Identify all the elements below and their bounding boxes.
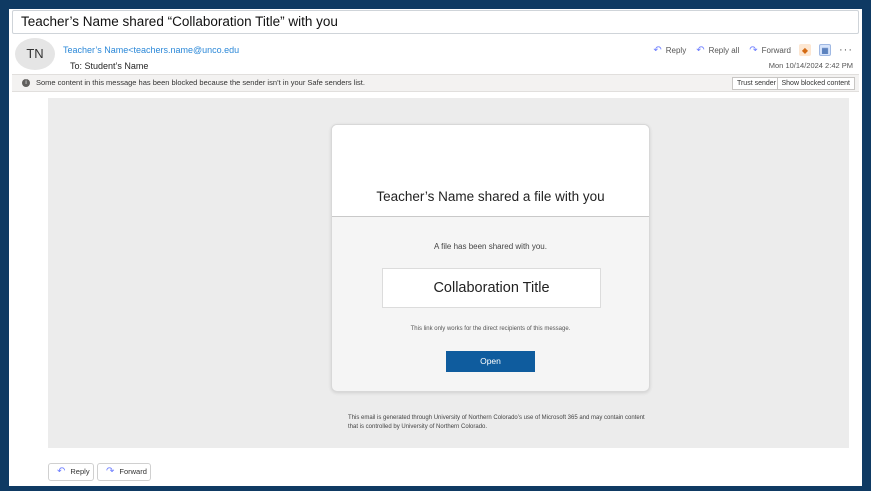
office-apps-icon[interactable]: ◆ [799, 44, 811, 56]
blocked-content-infobar: i Some content in this message has been … [12, 74, 859, 92]
reply-all-button[interactable]: ↶ Reply all [696, 45, 739, 56]
reply-all-icon: ↶ [696, 44, 705, 56]
trust-sender-button[interactable]: Trust sender [731, 77, 781, 90]
forward-arrow-icon: ↷ [749, 44, 758, 56]
bottom-forward-button[interactable]: ↷ Forward [97, 463, 151, 481]
bottom-reply-button[interactable]: ↶ Reply [48, 463, 94, 481]
recipient-line: To: Student’s Name [70, 61, 149, 71]
share-card-title: Teacher’s Name shared a file with you [376, 189, 605, 204]
immersive-reader-icon[interactable]: ▦ [819, 44, 831, 56]
bottom-forward-label: Forward [119, 467, 147, 476]
forward-button[interactable]: ↷ Forward [749, 45, 791, 56]
forward-arrow-icon: ↷ [106, 466, 115, 477]
share-card: Teacher’s Name shared a file with you A … [331, 124, 650, 392]
reply-all-label: Reply all [708, 45, 740, 55]
bottom-reply-label: Reply [70, 467, 90, 476]
infobar-message: Some content in this message has been bl… [36, 78, 365, 87]
share-card-subtitle: A file has been shared with you. [434, 242, 547, 251]
shared-file-name[interactable]: Collaboration Title [382, 268, 601, 308]
show-blocked-content-button[interactable]: Show blocked content [776, 77, 855, 90]
email-subject: Teacher’s Name shared “Collaboration Tit… [12, 10, 859, 34]
reply-arrow-icon: ↶ [653, 44, 662, 56]
forward-label: Forward [761, 45, 791, 55]
sender-avatar[interactable]: TN [15, 38, 55, 70]
info-icon: i [22, 79, 30, 87]
reply-label: Reply [665, 45, 687, 55]
message-actions: ↶ Reply ↶ Reply all ↷ Forward ◆ ▦ ··· [643, 44, 853, 56]
open-button[interactable]: Open [446, 351, 535, 372]
footer-disclaimer: This email is generated through Universi… [348, 415, 645, 430]
reply-arrow-icon: ↶ [57, 466, 66, 477]
more-options-icon[interactable]: ··· [839, 44, 853, 56]
share-card-note: This link only works for the direct reci… [410, 326, 571, 332]
reply-button[interactable]: ↶ Reply [653, 45, 686, 56]
sender-name-link[interactable]: Teacher’s Name<teachers.name@unco.edu [63, 45, 239, 55]
message-date: Mon 10/14/2024 2:42 PM [768, 61, 853, 70]
